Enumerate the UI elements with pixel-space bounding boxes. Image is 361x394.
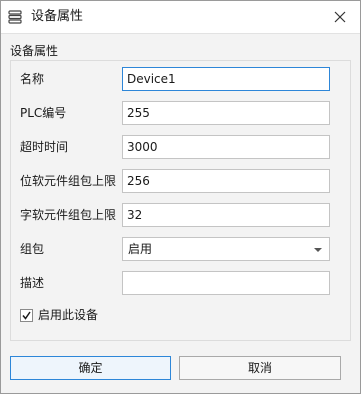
bit-device-limit-input[interactable]	[122, 169, 330, 193]
cancel-button[interactable]: 取消	[179, 356, 341, 380]
properties-group: 名称 PLC编号 超时时间 位软元件组包上限 字软元件组包上限 组包 启用 描述…	[10, 60, 351, 341]
plc-number-label: PLC编号	[20, 106, 67, 120]
name-label: 名称	[20, 72, 45, 86]
group-title: 设备属性	[10, 44, 59, 58]
checkmark-icon	[22, 311, 31, 320]
chevron-down-icon	[314, 248, 322, 252]
description-input[interactable]	[122, 271, 330, 295]
device-list-icon	[8, 10, 22, 24]
description-label: 描述	[20, 276, 45, 290]
window-title: 设备属性	[31, 9, 84, 24]
packing-select-value: 启用	[128, 242, 153, 256]
title-bar: 设备属性	[1, 1, 360, 34]
close-icon	[334, 11, 346, 23]
word-device-limit-label: 字软元件组包上限	[20, 208, 117, 222]
bit-device-limit-label: 位软元件组包上限	[20, 174, 117, 188]
enable-device-label: 启用此设备	[38, 308, 99, 322]
packing-select[interactable]: 启用	[122, 237, 330, 261]
timeout-input[interactable]	[122, 135, 330, 159]
plc-number-input[interactable]	[122, 101, 330, 125]
ok-button[interactable]: 确定	[10, 356, 171, 380]
close-button[interactable]	[320, 1, 360, 33]
name-input[interactable]	[122, 67, 330, 91]
timeout-label: 超时时间	[20, 140, 69, 154]
device-properties-dialog: 设备属性 设备属性 名称 PLC编号 超时时间 位软元件组包上限 字软元件组包上…	[0, 0, 361, 394]
enable-device-checkbox[interactable]	[20, 309, 33, 322]
word-device-limit-input[interactable]	[122, 203, 330, 227]
packing-label: 组包	[20, 242, 45, 256]
